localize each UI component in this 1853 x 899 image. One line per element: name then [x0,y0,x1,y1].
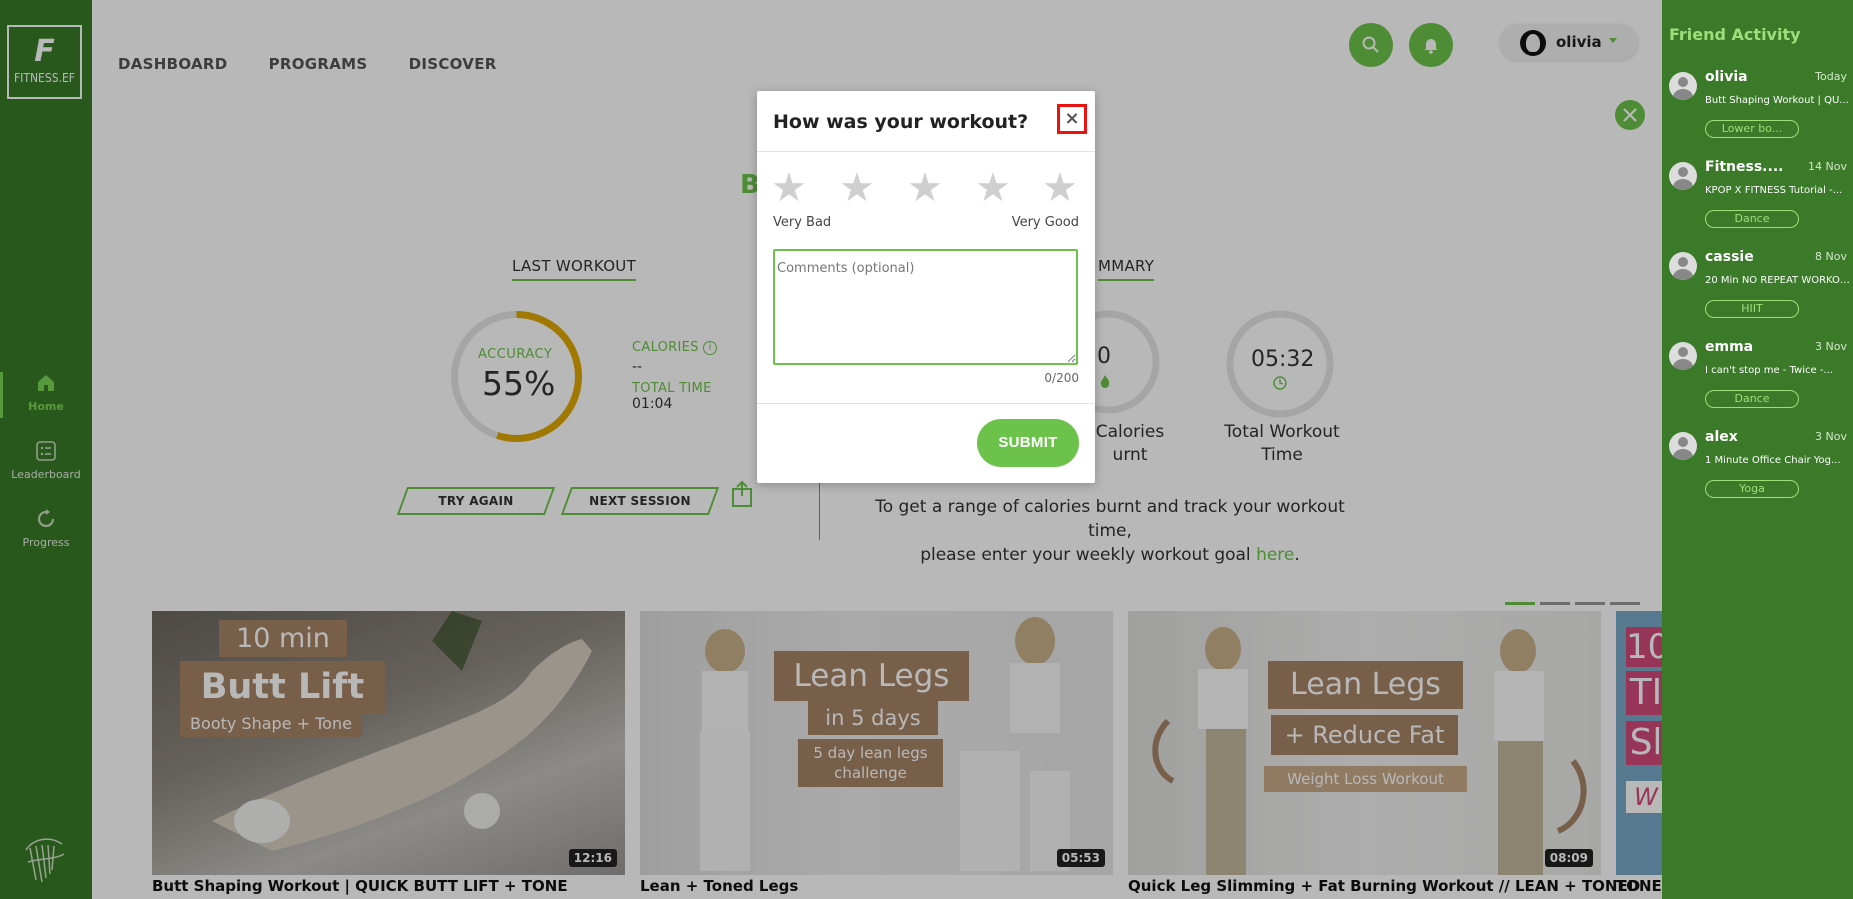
friend-activity-item[interactable]: alex 3 Nov 1 Minute Office Chair Yog... … [1669,427,1853,507]
star-4-icon[interactable]: ★ [975,168,1011,208]
activity-date: 3 Nov [1815,430,1847,443]
submit-button[interactable]: SUBMIT [977,419,1079,467]
activity-title: 20 Min NO REPEAT WORKOUT ... [1705,275,1850,286]
category-tag: Dance [1705,390,1799,408]
friend-name: alex [1705,429,1738,445]
modal-divider [757,403,1095,404]
category-tag: Lower bo... [1705,120,1799,138]
activity-title: KPOP X FITNESS Tutorial -... [1705,185,1843,196]
activity-date: Today [1815,70,1847,83]
avatar [1669,252,1697,280]
category-tag: HIIT [1705,300,1799,318]
friend-activity-title: Friend Activity [1669,25,1801,44]
activity-title: Butt Shaping Workout | QU... [1705,95,1849,106]
category-tag: Dance [1705,210,1799,228]
activity-date: 14 Nov [1808,160,1847,173]
avatar [1669,342,1697,370]
friend-activity-item[interactable]: emma 3 Nov I can't stop me - Twice -... … [1669,337,1853,417]
friend-activity-panel: Friend Activity olivia Today Butt Shapin… [1662,0,1853,899]
workout-rating-modal: How was your workout? × ★ ★ ★ ★ ★ Very B… [757,91,1095,483]
close-icon: × [1064,108,1080,129]
friend-name: Fitness.... [1705,159,1784,175]
comments-field[interactable] [773,249,1078,365]
avatar [1669,72,1697,100]
category-tag: Yoga [1705,480,1799,498]
rating-low-label: Very Bad [773,215,832,230]
activity-date: 8 Nov [1815,250,1847,263]
activity-title: 1 Minute Office Chair Yog... [1705,455,1841,466]
avatar [1669,162,1697,190]
modal-divider [757,151,1095,152]
friend-activity-item[interactable]: Fitness.... 14 Nov KPOP X FITNESS Tutori… [1669,157,1853,237]
star-5-icon[interactable]: ★ [1042,168,1078,208]
friend-activity-item[interactable]: olivia Today Butt Shaping Workout | QU..… [1669,67,1853,147]
star-1-icon[interactable]: ★ [771,168,807,208]
friend-name: cassie [1705,249,1754,265]
modal-title: How was your workout? [773,111,1029,133]
star-2-icon[interactable]: ★ [839,168,875,208]
activity-title: I can't stop me - Twice -... [1705,365,1833,376]
character-counter: 0/200 [1044,371,1079,385]
friend-activity-item[interactable]: cassie 8 Nov 20 Min NO REPEAT WORKOUT ..… [1669,247,1853,327]
activity-date: 3 Nov [1815,340,1847,353]
rating-high-label: Very Good [1011,215,1079,230]
friend-name: olivia [1705,69,1748,85]
star-3-icon[interactable]: ★ [907,168,943,208]
close-button[interactable]: × [1057,104,1087,134]
avatar [1669,432,1697,460]
friend-name: emma [1705,339,1754,355]
